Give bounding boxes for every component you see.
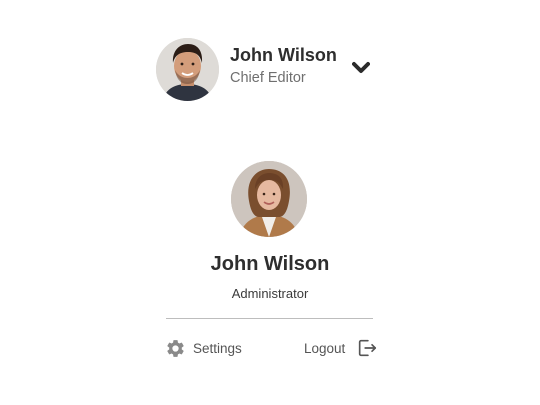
profile-role: Administrator <box>231 286 309 301</box>
logout-link[interactable]: Logout <box>304 336 378 360</box>
user-role: Chief Editor <box>230 70 306 86</box>
profile-dropdown-trigger[interactable]: John Wilson Chief Editor <box>156 37 380 101</box>
profile-avatar <box>231 161 307 237</box>
logout-icon <box>359 339 377 357</box>
profile-widget-page: John Wilson Chief Editor John Wilson Adm… <box>0 0 540 405</box>
profile-name: John Wilson <box>210 253 330 275</box>
profile-header-text: John Wilson Chief Editor <box>230 45 337 88</box>
divider <box>166 318 373 319</box>
chevron-down-icon[interactable] <box>352 61 370 75</box>
logout-label: Logout <box>304 340 346 356</box>
settings-label: Settings <box>193 340 242 356</box>
gear-icon <box>167 339 184 357</box>
user-name: John Wilson <box>230 45 337 65</box>
settings-link[interactable]: Settings <box>165 336 242 360</box>
avatar[interactable] <box>156 37 219 101</box>
